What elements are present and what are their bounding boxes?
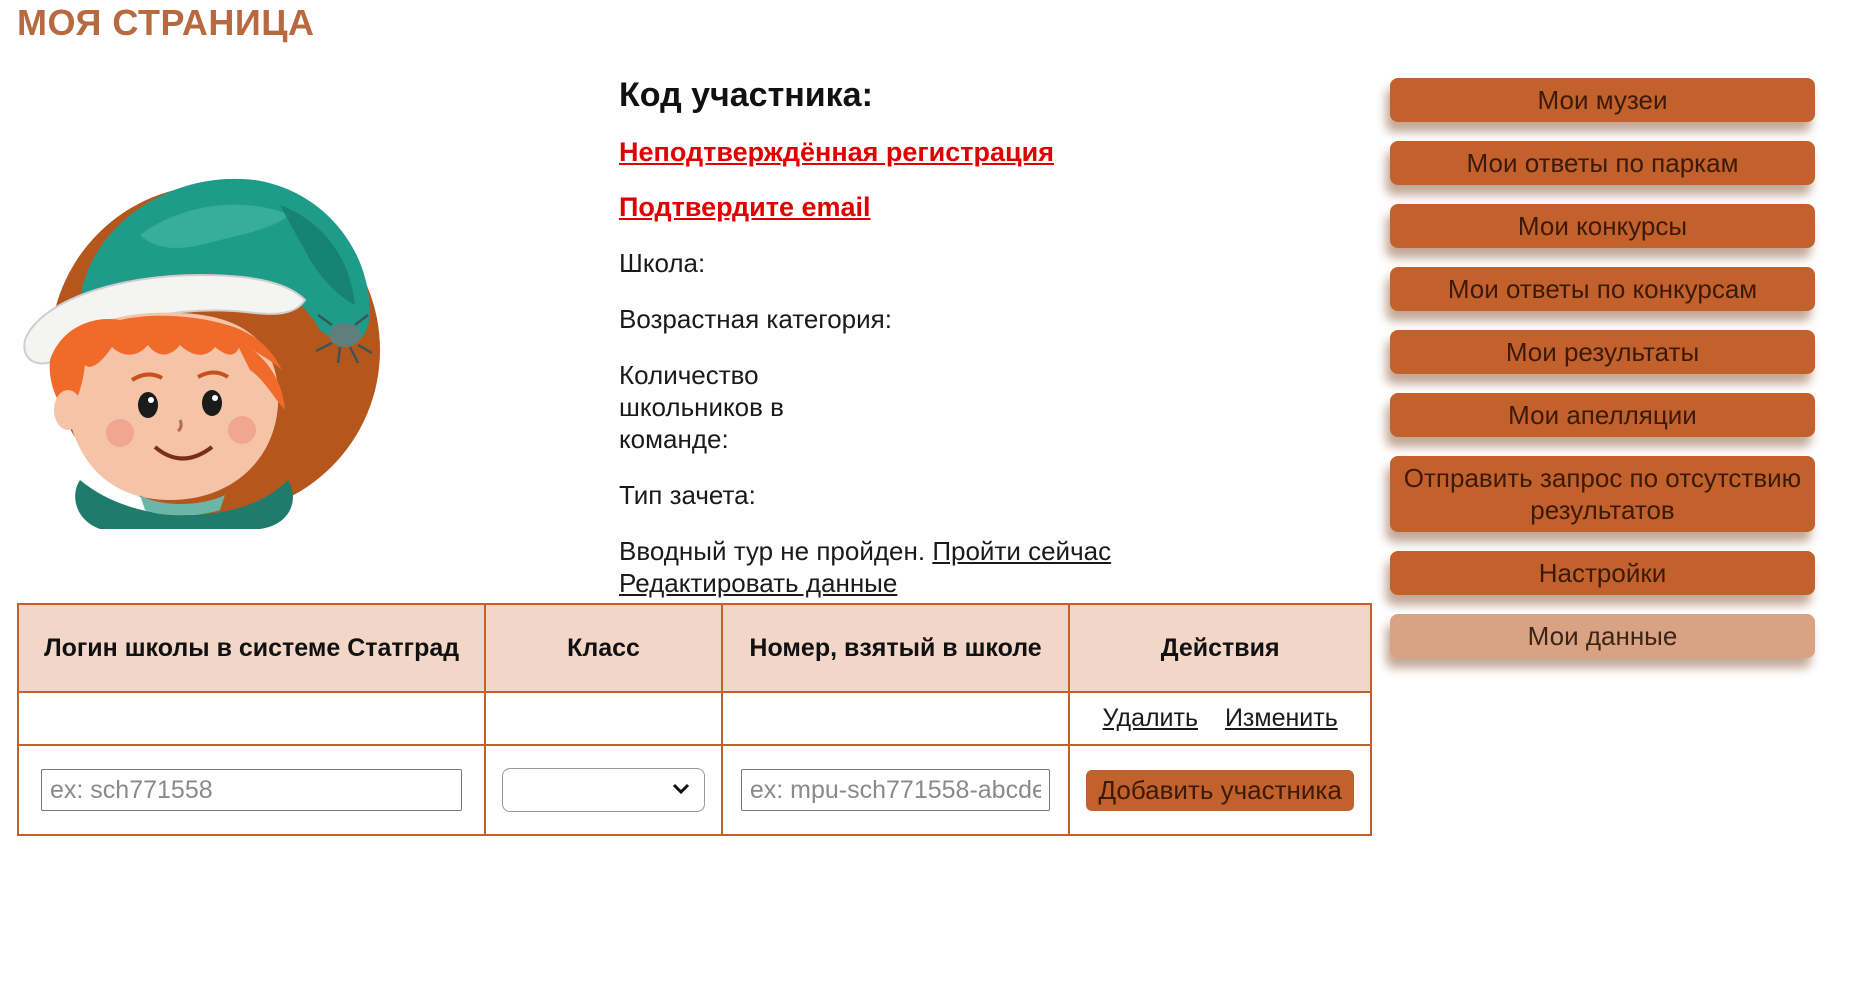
column-header-class: Класс [484, 603, 723, 693]
menu-my-results[interactable]: Мои результаты [1390, 330, 1815, 374]
page-title: МОЯ СТРАНИЦА [17, 2, 315, 43]
participant-code-label: Код участника: [619, 76, 873, 114]
column-header-number: Номер, взятый в школе [720, 603, 1071, 693]
credit-type-label: Тип зачета: [619, 480, 756, 510]
menu-my-park-answers[interactable]: Мои ответы по паркам [1390, 141, 1815, 185]
intro-tour-text: Вводный тур не пройден. [619, 536, 933, 566]
class-select[interactable] [502, 768, 705, 812]
cell-login-input [16, 744, 487, 836]
cell-class [484, 691, 723, 746]
participant-info: Код участника: Неподтверждённая регистра… [619, 76, 1339, 623]
cell-number-input [720, 744, 1071, 836]
take-tour-link[interactable]: Пройти сейчас [932, 536, 1111, 566]
menu-my-data[interactable]: Мои данные [1390, 614, 1815, 658]
cell-class-select [484, 744, 723, 836]
chevron-down-icon [672, 783, 689, 795]
side-menu: Мои музеи Мои ответы по паркам Мои конку… [1390, 78, 1818, 677]
team-count-label: Количество школьников в команде: [619, 360, 784, 454]
table-row: Удалить Изменить [16, 691, 1372, 746]
menu-request-missing-results[interactable]: Отправить запрос по отсутствию результат… [1390, 456, 1815, 532]
edit-data-row: Редактировать данные [619, 567, 1339, 599]
edit-link[interactable]: Изменить [1225, 704, 1338, 732]
add-participant-button[interactable]: Добавить участника [1086, 769, 1354, 811]
column-header-actions: Действия [1068, 603, 1372, 693]
menu-my-museums[interactable]: Мои музеи [1390, 78, 1815, 122]
add-participant-row: Добавить участника [16, 744, 1372, 836]
cell-number [720, 691, 1071, 746]
school-label: Школа: [619, 248, 706, 278]
menu-my-appeals[interactable]: Мои апелляции [1390, 393, 1815, 437]
delete-link[interactable]: Удалить [1103, 704, 1198, 732]
avatar [23, 178, 380, 529]
age-category-label: Возрастная категория: [619, 304, 892, 334]
school-number-input[interactable] [740, 769, 1051, 811]
table-header-row: Логин школы в системе Статград Класс Ном… [16, 603, 1372, 693]
login-input[interactable] [41, 769, 463, 811]
menu-settings[interactable]: Настройки [1390, 551, 1815, 595]
unconfirmed-registration-link[interactable]: Неподтверждённая регистрация [619, 137, 1339, 168]
column-header-login: Логин школы в системе Статград [16, 603, 487, 693]
intro-tour-status: Вводный тур не пройден. Пройти сейчас [619, 535, 1339, 567]
confirm-email-link[interactable]: Подтвердите email [619, 192, 1339, 223]
edit-data-link[interactable]: Редактировать данные [619, 568, 897, 598]
cell-actions: Удалить Изменить [1068, 691, 1372, 746]
cell-login [16, 691, 487, 746]
menu-my-contest-answers[interactable]: Мои ответы по конкурсам [1390, 267, 1815, 311]
participants-table: Логин школы в системе Статград Класс Ном… [16, 603, 1372, 836]
cell-add-button: Добавить участника [1068, 744, 1372, 836]
menu-my-contests[interactable]: Мои конкурсы [1390, 204, 1815, 248]
